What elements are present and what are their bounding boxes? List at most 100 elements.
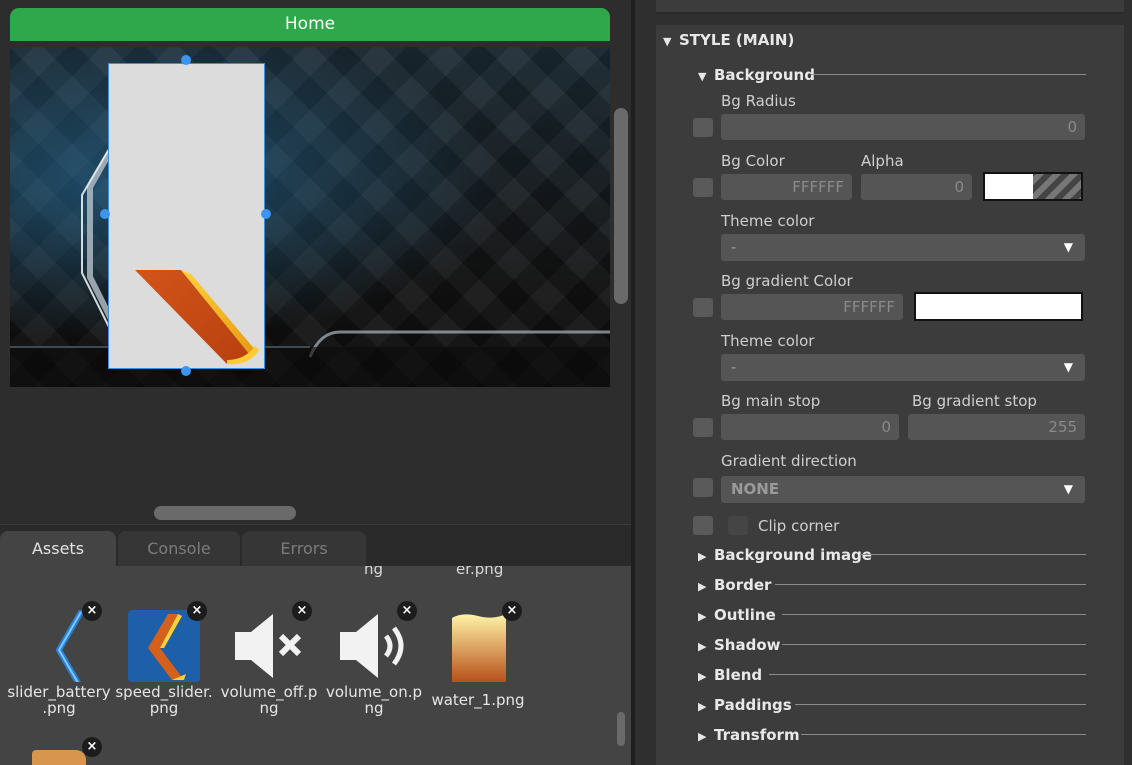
screen-canvas[interactable] [10, 47, 610, 387]
tab-assets[interactable]: Assets [0, 531, 116, 567]
stops-checkbox[interactable] [693, 418, 713, 437]
asset-name-cut: er.png [456, 566, 504, 578]
remove-asset-icon[interactable]: × [82, 601, 102, 621]
volume-on-icon [338, 610, 410, 682]
resize-handle-left[interactable] [100, 209, 110, 219]
caret-down-icon: ▼ [663, 35, 672, 48]
bg-color-swatch[interactable] [983, 172, 1083, 201]
resize-handle-top[interactable] [181, 55, 191, 65]
screen-title-bar[interactable]: Home [10, 8, 610, 41]
remove-asset-icon[interactable]: × [292, 601, 312, 621]
transform-section-header[interactable]: ▶ Transform [698, 726, 800, 744]
shadow-section-header[interactable]: ▶ Shadow [698, 636, 781, 654]
gradient-direction-select[interactable]: NONE ▼ [721, 476, 1085, 503]
divider-line [775, 584, 1086, 585]
asset-tile-speed-slider[interactable]: speed_slider. png [112, 610, 216, 716]
bg-main-stop-input[interactable]: 0 [721, 414, 899, 440]
subsection-title: Paddings [714, 696, 792, 714]
background-section-header[interactable]: ▼ Background [698, 66, 815, 84]
caret-down-icon: ▼ [698, 70, 707, 83]
subsection-title: Border [714, 576, 772, 594]
gradient-direction-checkbox[interactable] [693, 478, 713, 497]
caret-right-icon: ▶ [698, 580, 707, 593]
asset-name: speed_slider. [115, 683, 213, 701]
remove-asset-icon[interactable]: × [502, 601, 522, 621]
bg-radius-checkbox[interactable] [693, 118, 713, 137]
chevron-left-icon [23, 609, 95, 691]
subsection-title: Blend [714, 666, 763, 684]
theme-color-2-select[interactable]: - ▼ [721, 354, 1085, 381]
previous-section-edge [656, 0, 1124, 14]
asset-tile-water-1[interactable]: water_1.png [426, 610, 530, 708]
caret-right-icon: ▶ [698, 610, 707, 623]
dropdown-arrow-icon: ▼ [1063, 482, 1073, 496]
remove-asset-icon[interactable]: × [82, 737, 102, 757]
theme-color-select[interactable]: - ▼ [721, 234, 1085, 261]
properties-pane: ▼ STYLE (MAIN) ▼ Background Bg Radius 0 Bg… [635, 0, 1132, 765]
subsection-title: Outline [714, 606, 776, 624]
clip-corner-enable-checkbox[interactable] [693, 516, 713, 535]
theme-color-value: - [731, 358, 737, 376]
bg-color-input[interactable]: FFFFFF [721, 174, 852, 200]
divider-line [782, 614, 1086, 615]
asset-thumb-partial[interactable] [32, 750, 86, 765]
subsection-title: Transform [714, 726, 800, 744]
speed-slider-icon [128, 610, 200, 682]
bg-gradient-stop-input[interactable]: 255 [908, 414, 1085, 440]
paddings-section-header[interactable]: ▶ Paddings [698, 696, 792, 714]
asset-name: ng [364, 699, 384, 717]
bg-gradient-color-swatch[interactable] [914, 292, 1083, 321]
canvas-horizontal-scrollbar[interactable] [154, 506, 296, 520]
subsection-title: Background [714, 66, 815, 84]
assets-grid: ng er.png slider_battery .png × speed_sl… [0, 566, 631, 765]
border-section-header[interactable]: ▶ Border [698, 576, 771, 594]
remove-asset-icon[interactable]: × [187, 601, 207, 621]
subsection-title: Background image [714, 546, 872, 564]
bottom-tab-bar: Assets Console Errors [0, 524, 631, 567]
bg-radius-input[interactable]: 0 [721, 114, 1085, 140]
bg-gradient-color-label: Bg gradient Color [721, 272, 853, 290]
divider-line [795, 704, 1086, 705]
bg-gradient-color-checkbox[interactable] [693, 298, 713, 317]
asset-tile-volume-off[interactable]: volume_off.p ng [217, 610, 321, 716]
divider-line [860, 554, 1086, 555]
remove-asset-icon[interactable]: × [397, 601, 417, 621]
bg-gradient-stop-label: Bg gradient stop [912, 392, 1037, 410]
bg-gradient-color-input[interactable]: FFFFFF [721, 294, 903, 320]
canvas-vertical-scrollbar[interactable] [614, 108, 628, 304]
bg-main-stop-label: Bg main stop [721, 392, 821, 410]
caret-right-icon: ▶ [698, 640, 707, 653]
volume-off-icon [233, 610, 305, 682]
theme-color-value: - [731, 238, 737, 256]
speed-slider-indicator-graphic [135, 270, 259, 365]
selected-slider-widget[interactable] [108, 63, 265, 369]
divider-line [811, 74, 1086, 75]
outline-section-header[interactable]: ▶ Outline [698, 606, 776, 624]
tab-errors[interactable]: Errors [242, 531, 366, 567]
divider-line [782, 644, 1086, 645]
caret-right-icon: ▶ [698, 700, 707, 713]
asset-name: ng [259, 699, 279, 717]
assets-scrollbar[interactable] [617, 712, 625, 746]
caret-right-icon: ▶ [698, 550, 707, 563]
bg-color-checkbox[interactable] [693, 178, 713, 197]
asset-name: png [149, 699, 179, 717]
clip-corner-checkbox[interactable] [728, 516, 748, 535]
asset-tile-volume-on[interactable]: volume_on.p ng [322, 610, 426, 716]
blend-section-header[interactable]: ▶ Blend [698, 666, 762, 684]
asset-name: volume_on.p [325, 683, 423, 701]
gradient-direction-label: Gradient direction [721, 452, 857, 470]
subsection-title: Shadow [714, 636, 781, 654]
dropdown-arrow-icon: ▼ [1063, 240, 1073, 254]
style-main-header[interactable]: ▼ STYLE (MAIN) [663, 31, 794, 49]
resize-handle-bottom[interactable] [181, 366, 191, 376]
resize-handle-right[interactable] [261, 209, 271, 219]
tab-console[interactable]: Console [118, 531, 240, 567]
asset-tile-slider-battery[interactable]: slider_battery .png [7, 609, 111, 717]
alpha-input[interactable]: 0 [861, 174, 972, 200]
theme-color-label: Theme color [721, 212, 815, 230]
editor-pane: Home Assets Console Errors ng er.png sli… [0, 0, 631, 765]
asset-name: .png [42, 699, 76, 717]
caret-right-icon: ▶ [698, 670, 707, 683]
background-image-section-header[interactable]: ▶ Background image [698, 546, 872, 564]
